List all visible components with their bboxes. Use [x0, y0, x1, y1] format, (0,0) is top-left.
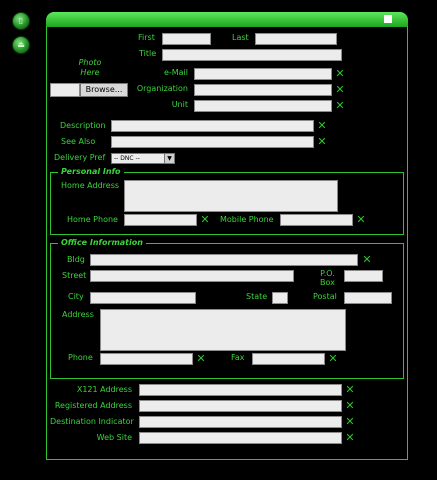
fax-input[interactable] [252, 353, 325, 365]
last-label: Last [232, 33, 249, 42]
description-delete-icon[interactable]: ✕ [317, 120, 327, 131]
mobile-phone-delete-icon[interactable]: ✕ [356, 214, 366, 225]
delivery-pref-select[interactable]: -- DNC -- ▼ [111, 153, 175, 164]
organization-delete-icon[interactable]: ✕ [335, 84, 345, 95]
office-info-legend: Office Information [58, 238, 146, 248]
home-phone-input[interactable] [124, 214, 197, 226]
title-input[interactable] [162, 49, 342, 61]
email-delete-icon[interactable]: ✕ [335, 68, 345, 79]
fax-label: Fax [231, 353, 245, 362]
city-label: City [68, 292, 84, 301]
organization-label: Organization [136, 84, 188, 93]
destination-indicator-label: Destination Indicator [50, 417, 134, 426]
office-phone-delete-icon[interactable]: ✕ [196, 353, 206, 364]
description-input[interactable] [111, 120, 314, 132]
window-titlebar [46, 12, 408, 27]
see-also-input[interactable] [111, 136, 314, 148]
personal-info-legend: Personal Info [58, 167, 124, 177]
email-input[interactable] [194, 68, 332, 80]
home-address-textarea[interactable] [124, 180, 338, 212]
office-address-label: Address [62, 310, 94, 319]
web-site-input[interactable] [139, 432, 342, 444]
last-name-input[interactable] [255, 33, 337, 45]
home-phone-delete-icon[interactable]: ✕ [200, 214, 210, 225]
trash-button[interactable]: ▯ [12, 12, 30, 30]
photo-path-input[interactable] [50, 83, 80, 97]
home-address-label: Home Address [61, 181, 120, 190]
office-address-textarea[interactable] [100, 309, 346, 351]
trash-icon: ▯ [18, 16, 24, 25]
state-input[interactable] [272, 292, 288, 304]
mobile-phone-input[interactable] [280, 214, 353, 226]
state-label: State [246, 292, 268, 301]
chevron-down-icon: ▼ [164, 154, 174, 163]
unit-label: Unit [171, 100, 188, 109]
x121-address-input[interactable] [139, 384, 342, 396]
street-label: Street [62, 271, 87, 280]
see-also-delete-icon[interactable]: ✕ [317, 136, 327, 147]
unit-delete-icon[interactable]: ✕ [335, 100, 345, 111]
office-phone-label: Phone [68, 353, 93, 362]
see-also-label: See Also [61, 137, 96, 146]
organization-input[interactable] [194, 84, 332, 96]
delivery-pref-value: -- DNC -- [114, 155, 140, 162]
web-site-label: Web Site [96, 433, 132, 442]
po-box-label: P.O. Box [320, 269, 335, 287]
registered-address-label: Registered Address [54, 401, 132, 410]
bldg-label: Bldg [67, 255, 85, 264]
unit-input[interactable] [194, 100, 332, 112]
destination-indicator-input[interactable] [139, 416, 342, 428]
x121-address-label: X121 Address [76, 385, 132, 394]
postal-label: Postal [313, 292, 337, 301]
registered-address-input[interactable] [139, 400, 342, 412]
fax-delete-icon[interactable]: ✕ [328, 353, 338, 364]
bldg-input[interactable] [90, 254, 358, 266]
eject-button[interactable]: ⏏ [12, 36, 30, 54]
po-box-input[interactable] [344, 270, 383, 282]
first-label: First [138, 33, 155, 42]
registered-delete-icon[interactable]: ✕ [345, 400, 355, 411]
title-label: Title [139, 49, 157, 58]
eject-icon: ⏏ [17, 40, 25, 49]
postal-input[interactable] [344, 292, 392, 304]
destination-delete-icon[interactable]: ✕ [345, 416, 355, 427]
first-name-input[interactable] [162, 33, 211, 45]
mobile-phone-label: Mobile Phone [220, 215, 274, 224]
city-input[interactable] [90, 292, 196, 304]
photo-placeholder: Photo Here [78, 58, 102, 77]
window-close-square-icon[interactable] [384, 15, 392, 23]
email-label: e-Mail [163, 68, 188, 77]
web-site-delete-icon[interactable]: ✕ [345, 432, 355, 443]
description-label: Description [60, 121, 106, 130]
office-phone-input[interactable] [100, 353, 193, 365]
delivery-pref-label: Delivery Pref [54, 153, 106, 162]
home-phone-label: Home Phone [67, 215, 118, 224]
street-input[interactable] [90, 270, 294, 282]
x121-delete-icon[interactable]: ✕ [345, 384, 355, 395]
bldg-delete-icon[interactable]: ✕ [362, 254, 372, 265]
